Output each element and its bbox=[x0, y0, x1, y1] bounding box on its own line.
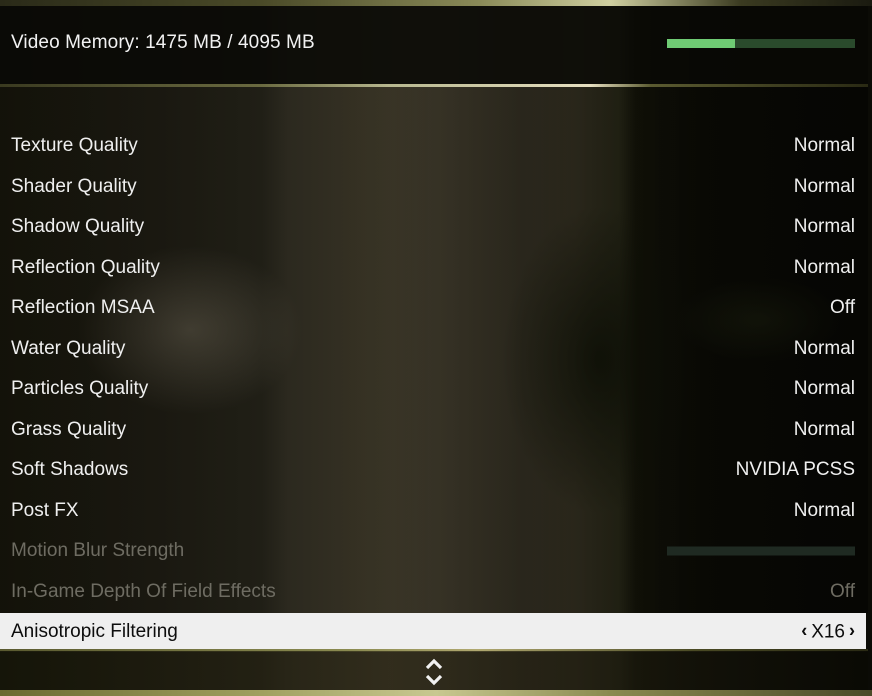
setting-row-particles-quality[interactable]: Particles Quality Normal bbox=[0, 369, 866, 409]
video-memory-bar-fill bbox=[667, 39, 735, 48]
setting-label: Anisotropic Filtering bbox=[11, 620, 178, 642]
setting-value: Normal bbox=[793, 216, 855, 237]
setting-row-reflection-quality[interactable]: Reflection Quality Normal bbox=[0, 248, 866, 288]
setting-label: Grass Quality bbox=[11, 419, 127, 440]
setting-label: Soft Shadows bbox=[11, 459, 129, 480]
chevron-left-icon[interactable]: ‹ bbox=[801, 620, 807, 641]
setting-value: Normal bbox=[793, 257, 855, 278]
background-highlight-bottom bbox=[0, 690, 872, 696]
setting-value: Off bbox=[830, 581, 855, 602]
chevron-up-icon bbox=[425, 658, 443, 670]
setting-row-depth-of-field: In-Game Depth Of Field Effects Off bbox=[0, 572, 866, 612]
setting-label: Motion Blur Strength bbox=[11, 540, 185, 561]
setting-label: In-Game Depth Of Field Effects bbox=[11, 581, 276, 602]
video-memory-header: Video Memory: 1475 MB / 4095 MB bbox=[0, 6, 868, 84]
setting-label: Post FX bbox=[11, 500, 79, 521]
setting-row-motion-blur-strength: Motion Blur Strength bbox=[0, 531, 866, 571]
video-memory-label: Video Memory: 1475 MB / 4095 MB bbox=[11, 32, 315, 53]
setting-row-shader-quality[interactable]: Shader Quality Normal bbox=[0, 167, 866, 207]
setting-label: Reflection MSAA bbox=[11, 297, 155, 318]
chevron-right-icon[interactable]: › bbox=[849, 620, 855, 641]
setting-row-texture-quality[interactable]: Texture Quality Normal bbox=[0, 126, 866, 166]
setting-row-anisotropic-filtering[interactable]: Anisotropic Filtering ‹ X16 › bbox=[0, 613, 866, 650]
setting-value: Normal bbox=[793, 500, 855, 521]
setting-value: Normal bbox=[793, 176, 855, 197]
setting-label: Texture Quality bbox=[11, 135, 138, 156]
setting-value: Normal bbox=[793, 135, 855, 156]
setting-label: Particles Quality bbox=[11, 378, 149, 399]
setting-label: Reflection Quality bbox=[11, 257, 160, 278]
setting-value: Off bbox=[830, 297, 855, 318]
setting-label: Shader Quality bbox=[11, 176, 137, 197]
setting-value: Normal bbox=[793, 419, 855, 440]
motion-blur-slider bbox=[667, 546, 855, 556]
setting-value: X16 bbox=[811, 621, 845, 642]
video-memory-bar bbox=[667, 39, 855, 48]
setting-label: Water Quality bbox=[11, 338, 126, 359]
setting-label: Shadow Quality bbox=[11, 216, 145, 237]
setting-row-reflection-msaa[interactable]: Reflection MSAA Off bbox=[0, 288, 866, 328]
setting-row-soft-shadows[interactable]: Soft Shadows NVIDIA PCSS bbox=[0, 450, 866, 490]
setting-value: Normal bbox=[793, 338, 855, 359]
setting-value: NVIDIA PCSS bbox=[735, 459, 855, 480]
setting-row-grass-quality[interactable]: Grass Quality Normal bbox=[0, 410, 866, 450]
setting-value-selector: ‹ X16 › bbox=[801, 620, 855, 643]
setting-row-shadow-quality[interactable]: Shadow Quality Normal bbox=[0, 207, 866, 247]
chevron-down-icon bbox=[425, 674, 443, 686]
setting-value: Normal bbox=[793, 378, 855, 399]
setting-row-post-fx[interactable]: Post FX Normal bbox=[0, 491, 866, 531]
up-down-chevron-icon[interactable] bbox=[424, 657, 444, 687]
setting-row-water-quality[interactable]: Water Quality Normal bbox=[0, 329, 866, 369]
